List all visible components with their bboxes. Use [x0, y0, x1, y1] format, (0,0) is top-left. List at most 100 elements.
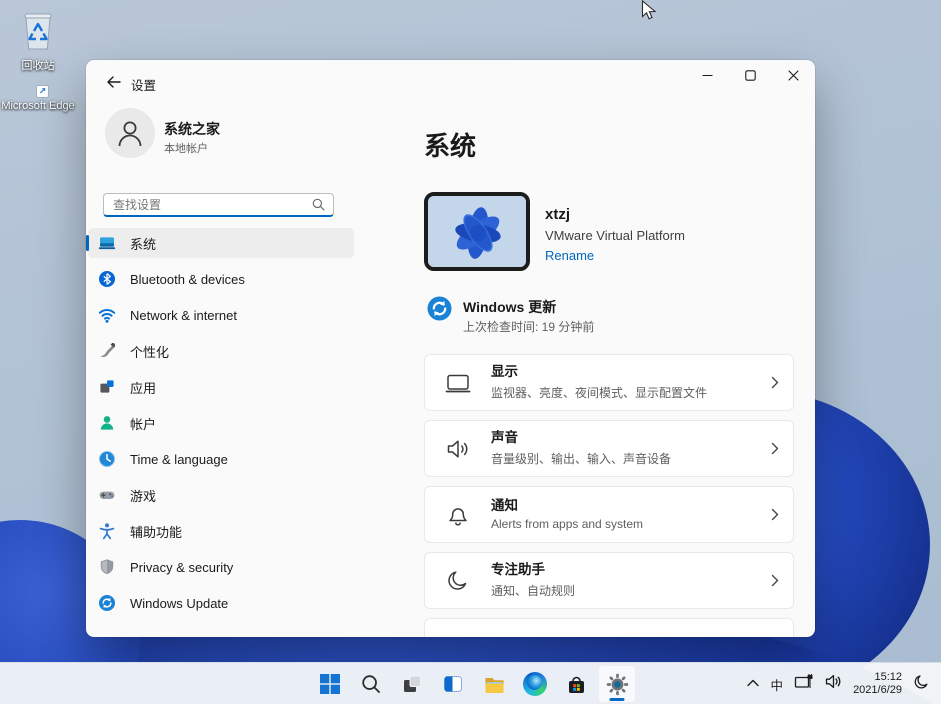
sidebar-item-label: 游戏 — [130, 486, 156, 505]
minimize-button[interactable] — [686, 60, 729, 90]
sidebar-item-network-internet[interactable]: Network & internet — [88, 300, 354, 330]
sidebar-item-label: 帐户 — [130, 414, 156, 433]
store-button[interactable] — [557, 665, 595, 703]
focus-assist-moon-icon[interactable] — [913, 673, 931, 696]
avatar[interactable] — [105, 108, 155, 158]
edge-button[interactable] — [516, 665, 554, 703]
network-icon[interactable] — [794, 674, 814, 695]
gear-icon — [606, 673, 629, 696]
minimize-icon — [702, 70, 713, 81]
recycle-bin-icon — [18, 7, 58, 56]
maximize-button[interactable] — [729, 60, 772, 90]
card-display[interactable]: 显示 监视器、亮度、夜间模式、显示配置文件 — [424, 354, 794, 411]
sidebar-item-label: Network & internet — [130, 308, 237, 323]
page-title: 系统 — [424, 126, 476, 163]
desktop-icon-label: Microsoft Edge — [1, 99, 74, 113]
sidebar-item-label: 系统 — [130, 234, 156, 253]
sidebar-item-label: 辅助功能 — [130, 522, 182, 541]
mouse-cursor — [641, 0, 657, 27]
sidebar-item-privacy-security[interactable]: Privacy & security — [88, 552, 354, 582]
sidebar-item-accounts[interactable]: 帐户 — [88, 408, 354, 438]
device-model: VMware Virtual Platform — [545, 228, 685, 243]
search-input[interactable] — [104, 198, 312, 212]
desktop-icon-edge[interactable]: ↗ Microsoft Edge — [0, 96, 76, 113]
chevron-right-icon — [771, 574, 779, 587]
desktop-icon-recycle-bin[interactable]: 回收站 — [0, 7, 76, 73]
widgets-button[interactable] — [434, 665, 472, 703]
chevron-right-icon — [771, 376, 779, 389]
edge-icon — [523, 672, 547, 696]
window-title: 设置 — [131, 75, 156, 94]
search-box[interactable] — [103, 193, 334, 217]
taskbar-search-button[interactable] — [352, 665, 390, 703]
card-focus-assist[interactable]: 专注助手 通知、自动规则 — [424, 552, 794, 609]
account-name: 系统之家 — [164, 119, 220, 139]
bell-icon — [445, 502, 471, 528]
task-view-icon — [401, 673, 423, 695]
card-title: 专注助手 — [491, 562, 575, 578]
account-type: 本地帐户 — [164, 140, 208, 156]
speaker-icon — [445, 436, 471, 462]
windows-logo-icon — [319, 673, 341, 695]
sidebar: 系统 Bluetooth & devices — [88, 228, 354, 624]
sidebar-item-label: Bluetooth & devices — [130, 272, 245, 287]
clock-time: 15:12 — [853, 671, 902, 685]
windows-update-icon — [98, 594, 116, 612]
sidebar-item-label: 应用 — [130, 378, 156, 397]
settings-window: 设置 系统之家 本地帐户 — [86, 60, 815, 637]
card-title: 声音 — [491, 430, 671, 446]
search-icon — [361, 674, 381, 694]
task-view-button[interactable] — [393, 665, 431, 703]
display-icon — [445, 370, 471, 396]
sidebar-item-system[interactable]: 系统 — [88, 228, 354, 258]
volume-icon[interactable] — [825, 674, 842, 694]
taskbar-tray: 中 15:12 2021/6/29 — [746, 664, 931, 704]
store-icon — [565, 673, 588, 696]
chevron-right-icon — [771, 442, 779, 455]
ime-indicator[interactable]: 中 — [771, 675, 784, 694]
card-title: 通知 — [491, 498, 643, 514]
sync-icon — [426, 295, 453, 327]
settings-button[interactable] — [598, 665, 636, 703]
settings-cards: 显示 监视器、亮度、夜间模式、显示配置文件 声音 音量级别、输出、输入、声音 — [424, 354, 794, 637]
back-button[interactable] — [102, 72, 124, 92]
power-icon — [445, 634, 471, 638]
close-icon — [788, 70, 799, 81]
bluetooth-icon — [98, 270, 116, 288]
file-explorer-button[interactable] — [475, 665, 513, 703]
windows-update-title[interactable]: Windows 更新 — [463, 297, 556, 317]
card-power[interactable]: 电源 — [424, 618, 794, 637]
shortcut-arrow-icon: ↗ — [36, 85, 49, 98]
widgets-icon — [442, 673, 464, 695]
moon-icon — [445, 568, 471, 594]
card-subtitle: 监视器、亮度、夜间模式、显示配置文件 — [491, 384, 707, 401]
close-button[interactable] — [772, 60, 815, 90]
taskbar-center — [311, 664, 636, 704]
sidebar-item-windows-update[interactable]: Windows Update — [88, 588, 354, 618]
windows-update-status: 上次检查时间: 19 分钟前 — [463, 318, 594, 335]
accounts-icon — [98, 414, 116, 432]
card-subtitle: Alerts from apps and system — [491, 517, 643, 531]
sidebar-item-personalization[interactable]: 个性化 — [88, 336, 354, 366]
sidebar-item-gaming[interactable]: 游戏 — [88, 480, 354, 510]
start-button[interactable] — [311, 665, 349, 703]
sidebar-item-apps[interactable]: 应用 — [88, 372, 354, 402]
rename-link[interactable]: Rename — [545, 248, 594, 263]
sidebar-item-label: 个性化 — [130, 342, 169, 361]
sidebar-item-time-language[interactable]: Time & language — [88, 444, 354, 474]
bloom-wallpaper-thumb — [428, 196, 526, 267]
sidebar-item-bluetooth-devices[interactable]: Bluetooth & devices — [88, 264, 354, 294]
taskbar-clock[interactable]: 15:12 2021/6/29 — [853, 671, 902, 698]
card-sound[interactable]: 声音 音量级别、输出、输入、声音设备 — [424, 420, 794, 477]
sidebar-item-accessibility[interactable]: 辅助功能 — [88, 516, 354, 546]
network-icon — [98, 306, 116, 324]
card-notifications[interactable]: 通知 Alerts from apps and system — [424, 486, 794, 543]
card-subtitle: 通知、自动规则 — [491, 582, 575, 599]
tray-chevron-up-icon[interactable] — [746, 675, 760, 693]
folder-icon — [483, 673, 506, 696]
sidebar-item-label: Privacy & security — [130, 560, 233, 575]
card-subtitle: 音量级别、输出、输入、声音设备 — [491, 450, 671, 467]
device-thumbnail — [424, 192, 530, 271]
time-language-icon — [98, 450, 116, 468]
desktop: 回收站 ↗ Microsoft Edge 设置 — [0, 0, 941, 704]
